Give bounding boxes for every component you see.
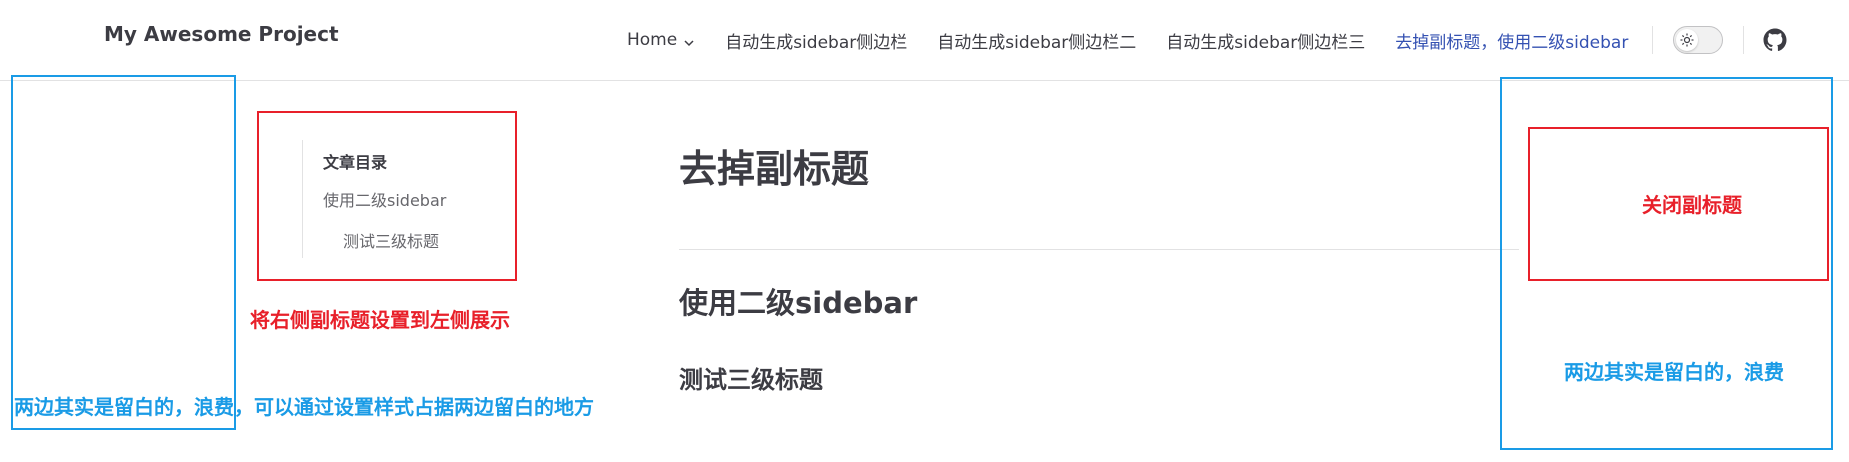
page-title: 去掉副标题 xyxy=(679,147,870,191)
theme-toggle[interactable] xyxy=(1673,26,1724,54)
heading-h3: 测试三级标题 xyxy=(679,366,823,394)
left-whitespace-box xyxy=(11,75,236,430)
outline-link-h3[interactable]: 测试三级标题 xyxy=(323,228,446,252)
top-navbar: My Awesome Project Home 自动生成sidebar侧边栏 自… xyxy=(0,0,1849,81)
nav-menu: Home 自动生成sidebar侧边栏 自动生成sidebar侧边栏二 自动生成… xyxy=(627,0,1788,80)
title-divider xyxy=(679,249,1519,250)
nav-item-home[interactable]: Home xyxy=(627,30,695,50)
nav-item-label: 自动生成sidebar侧边栏三 xyxy=(1166,32,1366,53)
nav-item-sidebar-2[interactable]: 自动生成sidebar侧边栏二 xyxy=(937,28,1136,53)
outline-title: 文章目录 xyxy=(323,153,388,172)
left-red-note: 将右侧副标题设置到左侧展示 xyxy=(250,308,510,332)
sun-icon xyxy=(1676,29,1699,51)
heading-h2: 使用二级sidebar xyxy=(679,286,918,320)
main-content: 去掉副标题 xyxy=(679,138,1579,193)
nav-item-label: 自动生成sidebar侧边栏二 xyxy=(937,32,1137,53)
chevron-down-icon xyxy=(683,34,695,47)
nav-divider xyxy=(1652,26,1654,54)
nav-divider xyxy=(1743,26,1745,54)
right-blue-note: 两边其实是留白的，浪费 xyxy=(1564,360,1784,384)
nav-item-label: 自动生成sidebar侧边栏 xyxy=(725,32,908,53)
nav-item-label: 去掉副标题，使用二级sidebar xyxy=(1395,32,1629,53)
right-red-note: 关闭副标题 xyxy=(1642,193,1742,217)
nav-item-sidebar-1[interactable]: 自动生成sidebar侧边栏 xyxy=(725,28,907,53)
nav-item-label: Home xyxy=(627,30,678,50)
nav-item-sidebar-3[interactable]: 自动生成sidebar侧边栏三 xyxy=(1166,28,1365,53)
site-title[interactable]: My Awesome Project xyxy=(104,22,339,46)
outline-panel: 文章目录 使用二级sidebar 测试三级标题 xyxy=(302,140,446,258)
nav-item-remove-subtitle[interactable]: 去掉副标题，使用二级sidebar xyxy=(1395,28,1628,53)
left-blue-note: 两边其实是留白的，浪费，可以通过设置样式占据两边留白的地方 xyxy=(14,395,594,419)
github-icon[interactable] xyxy=(1762,27,1788,53)
outline-link-h2[interactable]: 使用二级sidebar xyxy=(323,187,446,211)
